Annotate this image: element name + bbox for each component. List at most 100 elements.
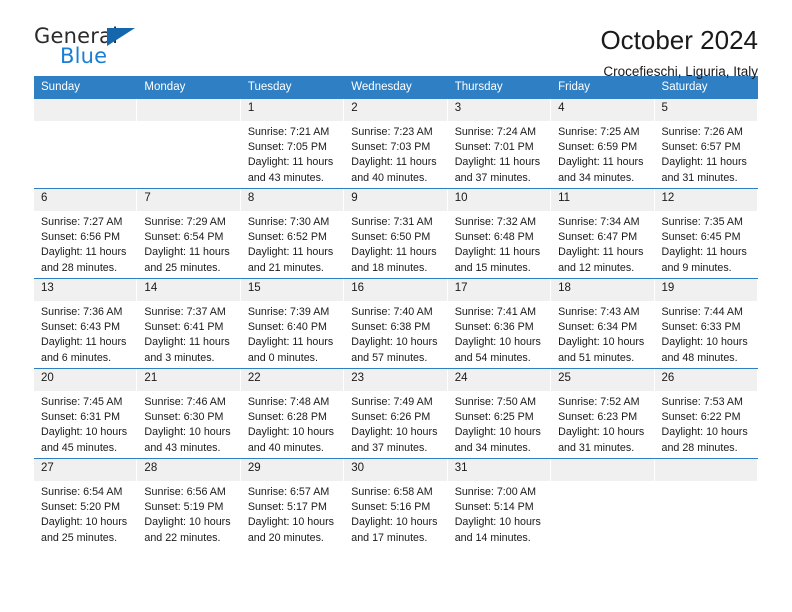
calendar-day-cell[interactable]: 7 Sunrise: 7:29 AM Sunset: 6:54 PM Daylight… [137, 188, 241, 279]
calendar-day-cell[interactable]: 25 Sunrise: 7:52 AM Sunset: 6:23 PM Dayligh… [551, 368, 655, 459]
calendar-week-row: 27 Sunrise: 6:54 AM Sunset: 5:20 PM Dayligh… [34, 458, 758, 548]
logo-text-blue: Blue [60, 44, 108, 68]
daylight-text: Daylight: 10 hours and 25 minutes. [41, 516, 128, 544]
sunrise-text: Sunrise: 7:00 AM [454, 486, 537, 498]
day-number: 28 [137, 459, 241, 481]
calendar-day-cell[interactable]: 3 Sunrise: 7:24 AM Sunset: 7:01 PM Daylight… [447, 98, 552, 189]
day-number: 4 [551, 99, 655, 121]
daylight-text: Daylight: 11 hours and 40 minutes. [351, 156, 437, 184]
day-details: Sunrise: 6:56 AM Sunset: 5:19 PM Daylight:… [137, 481, 240, 546]
day-number: 12 [654, 189, 758, 211]
calendar-day-cell[interactable]: 19 Sunrise: 7:44 AM Sunset: 6:33 PM Dayligh… [654, 278, 758, 369]
calendar-day-cell[interactable]: 13 Sunrise: 7:36 AM Sunset: 6:43 PM Dayligh… [34, 278, 138, 369]
calendar-day-cell[interactable]: 10 Sunrise: 7:32 AM Sunset: 6:48 PM Dayligh… [447, 188, 552, 279]
calendar-day-cell[interactable]: 23 Sunrise: 7:49 AM Sunset: 6:26 PM Dayligh… [344, 368, 448, 459]
day-details: Sunrise: 7:26 AM Sunset: 6:57 PM Daylight:… [655, 121, 758, 186]
calendar-day-cell[interactable]: 28 Sunrise: 6:56 AM Sunset: 5:19 PM Dayligh… [137, 458, 241, 548]
sunrise-sunset-calendar: Sunday Monday Tuesday Wednesday Thursday Frid… [34, 76, 758, 548]
day-number: 17 [447, 279, 552, 301]
sunset-text: Sunset: 6:26 PM [351, 411, 431, 424]
calendar-day-cell[interactable]: 11 Sunrise: 7:34 AM Sunset: 6:47 PM Dayligh… [551, 188, 655, 279]
calendar-day-cell[interactable]: 24 Sunrise: 7:50 AM Sunset: 6:25 PM Dayligh… [447, 368, 552, 459]
sunrise-text: Sunrise: 7:44 AM [661, 306, 743, 318]
page-subtitle: Crocefieschi, Liguria, Italy [603, 63, 758, 79]
daylight-text: Daylight: 11 hours and 15 minutes. [454, 246, 541, 274]
sunset-text: Sunset: 6:59 PM [558, 141, 638, 154]
daylight-text: Daylight: 11 hours and 37 minutes. [454, 156, 541, 184]
calendar-day-cell[interactable]: 4 Sunrise: 7:25 AM Sunset: 6:59 PM Daylight… [551, 98, 655, 189]
day-number: 31 [447, 459, 552, 481]
day-details: Sunrise: 7:35 AM Sunset: 6:45 PM Daylight:… [655, 211, 758, 276]
calendar-day-cell[interactable]: 14 Sunrise: 7:37 AM Sunset: 6:41 PM Dayligh… [137, 278, 241, 369]
sunset-text: Sunset: 6:23 PM [558, 411, 638, 424]
day-number: 27 [34, 459, 138, 481]
calendar-day-cell[interactable]: 5 Sunrise: 7:26 AM Sunset: 6:57 PM Daylight… [654, 98, 758, 189]
sunset-text: Sunset: 6:33 PM [661, 321, 741, 334]
calendar-day-cell[interactable]: 2 Sunrise: 7:23 AM Sunset: 7:03 PM Daylight… [344, 98, 448, 189]
day-number: 21 [137, 369, 241, 391]
sunset-text: Sunset: 5:14 PM [454, 501, 534, 514]
sunrise-text: Sunrise: 7:52 AM [558, 396, 640, 408]
sunset-text: Sunset: 6:38 PM [351, 321, 431, 334]
page-title: October 2024 [600, 25, 758, 55]
calendar-day-cell[interactable]: 9 Sunrise: 7:31 AM Sunset: 6:50 PM Daylight… [344, 188, 448, 279]
day-number: 1 [240, 99, 345, 121]
day-details: Sunrise: 7:53 AM Sunset: 6:22 PM Daylight:… [655, 391, 758, 456]
calendar-cell-empty [551, 458, 655, 548]
calendar-day-cell[interactable]: 27 Sunrise: 6:54 AM Sunset: 5:20 PM Dayligh… [34, 458, 138, 548]
sunset-text: Sunset: 5:16 PM [351, 501, 431, 514]
calendar-day-cell[interactable]: 12 Sunrise: 7:35 AM Sunset: 6:45 PM Dayligh… [654, 188, 758, 279]
daylight-text: Daylight: 10 hours and 51 minutes. [558, 336, 645, 364]
calendar-day-cell[interactable]: 29 Sunrise: 6:57 AM Sunset: 5:17 PM Dayligh… [240, 458, 345, 548]
calendar-day-cell[interactable]: 1 Sunrise: 7:21 AM Sunset: 7:05 PM Daylight… [240, 98, 345, 189]
daylight-text: Daylight: 10 hours and 37 minutes. [351, 426, 438, 454]
day-number: 11 [551, 189, 655, 211]
calendar-day-cell[interactable]: 17 Sunrise: 7:41 AM Sunset: 6:36 PM Dayligh… [447, 278, 552, 369]
day-number: 22 [240, 369, 345, 391]
sunrise-text: Sunrise: 7:37 AM [144, 306, 226, 318]
sunrise-text: Sunrise: 7:29 AM [144, 216, 226, 228]
daylight-text: Daylight: 10 hours and 40 minutes. [247, 426, 334, 454]
calendar-day-cell[interactable]: 18 Sunrise: 7:43 AM Sunset: 6:34 PM Dayligh… [551, 278, 655, 369]
sunrise-text: Sunrise: 7:41 AM [454, 306, 537, 318]
daylight-text: Daylight: 10 hours and 45 minutes. [41, 426, 128, 454]
daylight-text: Daylight: 10 hours and 28 minutes. [661, 426, 748, 454]
calendar-day-cell[interactable]: 20 Sunrise: 7:45 AM Sunset: 6:31 PM Dayligh… [34, 368, 138, 459]
calendar-day-cell[interactable]: 16 Sunrise: 7:40 AM Sunset: 6:38 PM Dayligh… [344, 278, 448, 369]
sunset-text: Sunset: 6:52 PM [247, 231, 327, 244]
sunrise-text: Sunrise: 7:26 AM [661, 126, 743, 138]
day-number: 9 [344, 189, 448, 211]
title-block: October 2024 Crocefieschi, Liguria, Ital… [600, 26, 758, 79]
calendar-day-cell[interactable]: 15 Sunrise: 7:39 AM Sunset: 6:40 PM Dayligh… [240, 278, 345, 369]
calendar-day-cell[interactable]: 21 Sunrise: 7:46 AM Sunset: 6:30 PM Dayligh… [137, 368, 241, 459]
daylight-text: Daylight: 10 hours and 43 minutes. [144, 426, 231, 454]
weekday-header-monday: Monday [137, 76, 241, 99]
daylight-text: Daylight: 10 hours and 14 minutes. [454, 516, 541, 544]
day-details [655, 481, 758, 485]
day-details: Sunrise: 7:25 AM Sunset: 6:59 PM Daylight:… [551, 121, 654, 186]
sunrise-text: Sunrise: 7:21 AM [247, 126, 330, 138]
day-details [137, 121, 240, 125]
calendar-day-cell[interactable]: 22 Sunrise: 7:48 AM Sunset: 6:28 PM Dayligh… [240, 368, 345, 459]
sunrise-text: Sunrise: 7:31 AM [351, 216, 433, 228]
sunrise-text: Sunrise: 6:57 AM [247, 486, 330, 498]
day-details: Sunrise: 7:24 AM Sunset: 7:01 PM Daylight:… [448, 121, 551, 186]
sunrise-text: Sunrise: 7:53 AM [661, 396, 743, 408]
calendar-day-cell[interactable]: 8 Sunrise: 7:30 AM Sunset: 6:52 PM Daylight… [240, 188, 345, 279]
day-number: 16 [344, 279, 448, 301]
calendar-day-cell[interactable]: 30 Sunrise: 6:58 AM Sunset: 5:16 PM Dayligh… [344, 458, 448, 548]
sunrise-text: Sunrise: 7:25 AM [558, 126, 640, 138]
daylight-text: Daylight: 11 hours and 18 minutes. [351, 246, 437, 274]
calendar-day-cell[interactable]: 6 Sunrise: 7:27 AM Sunset: 6:56 PM Daylight… [34, 188, 138, 279]
calendar-day-cell[interactable]: 26 Sunrise: 7:53 AM Sunset: 6:22 PM Dayligh… [654, 368, 758, 459]
day-number [654, 459, 758, 481]
calendar-day-cell[interactable]: 31 Sunrise: 7:00 AM Sunset: 5:14 PM Dayligh… [447, 458, 552, 548]
sunrise-text: Sunrise: 7:34 AM [558, 216, 640, 228]
sunset-text: Sunset: 6:31 PM [41, 411, 121, 424]
sunrise-text: Sunrise: 7:27 AM [41, 216, 123, 228]
weekday-header-tuesday: Tuesday [240, 76, 345, 99]
day-details: Sunrise: 7:41 AM Sunset: 6:36 PM Daylight:… [448, 301, 551, 366]
day-number: 7 [137, 189, 241, 211]
daylight-text: Daylight: 10 hours and 22 minutes. [144, 516, 231, 544]
day-details: Sunrise: 7:50 AM Sunset: 6:25 PM Daylight:… [448, 391, 551, 456]
